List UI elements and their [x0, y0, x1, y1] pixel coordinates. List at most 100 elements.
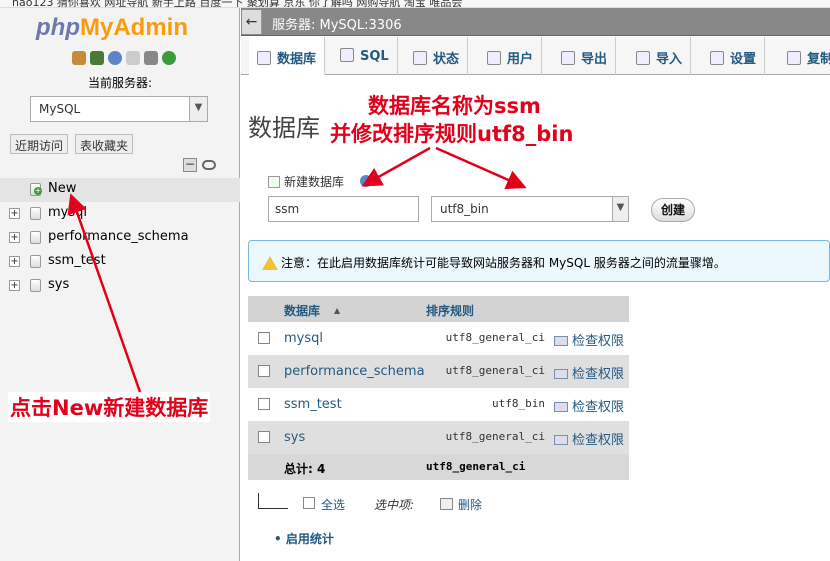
tree-item-label: mysql — [48, 205, 87, 220]
stats-notice: 注意：在此启用数据库统计可能导致网站服务器和 MySQL 服务器之间的流量骤增。 — [248, 240, 830, 282]
tab-databases[interactable]: 数据库 — [249, 37, 326, 75]
tab-users[interactable]: 用户 — [479, 37, 543, 75]
tab-label: 状态 — [433, 52, 460, 67]
back-icon[interactable]: ← — [242, 10, 262, 34]
check-privileges-link[interactable]: 检查权限 — [554, 396, 624, 415]
table-row: ssm_test utf8_bin 检查权限 — [248, 388, 629, 421]
sql-icon — [340, 48, 354, 62]
total-collation: utf8_general_ci — [426, 460, 526, 473]
annotation-db-name: 数据库名称为ssm — [368, 94, 541, 118]
check-privileges-link[interactable]: 检查权限 — [554, 330, 624, 349]
tab-settings[interactable]: 设置 — [702, 37, 766, 75]
tab-label: 复制 — [807, 52, 830, 67]
new-database-label: 新建数据库 — [284, 175, 345, 189]
expand-icon[interactable]: + — [9, 256, 20, 267]
server-select-value: MySQL — [39, 102, 81, 116]
phpmyadmin-logo[interactable]: phpMyAdmin — [36, 14, 188, 42]
replication-icon — [787, 51, 801, 65]
tree-item-mysql[interactable]: + mysql — [0, 202, 240, 226]
database-link[interactable]: performance_schema — [284, 364, 425, 379]
help-icon[interactable] — [108, 51, 122, 65]
select-all-checkbox[interactable] — [303, 497, 315, 509]
create-button[interactable]: 创建 — [651, 198, 695, 222]
wrench-icon — [710, 51, 724, 65]
server-label: 当前服务器: — [87, 76, 153, 90]
select-all-label[interactable]: 全选 — [321, 496, 345, 513]
tree-item-new[interactable]: + New — [0, 178, 240, 202]
home-icon[interactable] — [72, 51, 86, 65]
database-name-input[interactable]: ssm — [268, 196, 419, 222]
collation-value: utf8_general_ci — [445, 331, 545, 344]
bookmarks-text[interactable]: hao123 猜你喜欢 网址导航 新手上路 百度一下 聚划算 京东 你了解吗 网… — [12, 0, 462, 7]
collapse-all-icon[interactable]: − — [183, 158, 197, 172]
tree-item-label: New — [48, 181, 77, 196]
tree-item-ssm-test[interactable]: + ssm_test — [0, 250, 240, 274]
help-icon[interactable] — [360, 175, 372, 187]
tab-label: 设置 — [730, 52, 757, 67]
tree-item-label: ssm_test — [48, 253, 106, 268]
database-icon — [257, 51, 271, 65]
collation-select[interactable]: utf8_bin ▼ — [431, 196, 629, 222]
tab-sql[interactable]: SQL — [332, 37, 398, 75]
expand-icon[interactable]: + — [9, 232, 20, 243]
tab-replication[interactable]: 复制 — [779, 37, 830, 75]
database-icon — [30, 279, 41, 292]
database-link[interactable]: sys — [284, 430, 305, 445]
column-header-collation[interactable]: 排序规则 — [426, 302, 474, 319]
check-privileges-label: 检查权限 — [572, 367, 625, 382]
tree-item-label: performance_schema — [48, 229, 189, 244]
collation-select-value: utf8_bin — [440, 202, 489, 216]
row-checkbox[interactable] — [258, 365, 270, 377]
logo-myadmin: MyAdmin — [79, 14, 188, 41]
chevron-down-icon: ▼ — [612, 197, 628, 221]
settings-icon[interactable] — [144, 51, 158, 65]
chevron-down-icon: ▼ — [189, 97, 207, 121]
link-icon[interactable] — [202, 160, 216, 170]
row-checkbox[interactable] — [258, 398, 270, 410]
recent-button[interactable]: 近期访问 — [10, 134, 69, 154]
database-link[interactable]: ssm_test — [284, 397, 342, 412]
users-icon — [487, 51, 501, 65]
sort-asc-icon[interactable]: ▲ — [334, 306, 340, 315]
reload-icon[interactable] — [162, 51, 176, 65]
with-selected-label: 选中项: — [374, 498, 415, 512]
check-privileges-label: 检查权限 — [572, 400, 625, 415]
database-icon — [30, 231, 41, 244]
tab-label: SQL — [360, 49, 389, 64]
table-row: mysql utf8_general_ci 检查权限 — [248, 322, 629, 355]
privileges-icon — [554, 369, 568, 379]
delete-button[interactable]: 删除 — [458, 496, 482, 513]
docs-icon[interactable] — [126, 51, 140, 65]
database-link[interactable]: mysql — [284, 331, 323, 346]
favorites-button[interactable]: 表收藏夹 — [75, 134, 134, 154]
check-privileges-link[interactable]: 检查权限 — [554, 429, 624, 448]
tab-label: 导出 — [581, 52, 608, 67]
enable-stats-link[interactable]: • 启用统计 — [274, 530, 334, 547]
tab-import[interactable]: 导入 — [628, 37, 692, 75]
column-header-database[interactable]: 数据库 — [284, 302, 320, 319]
collation-value: utf8_bin — [492, 397, 545, 410]
annotation-arrow-to-collation — [435, 146, 527, 190]
server-breadcrumb[interactable]: 服务器: MySQL:3306 — [272, 14, 402, 33]
expand-icon[interactable]: + — [9, 208, 20, 219]
check-privileges-label: 检查权限 — [572, 334, 625, 349]
row-checkbox[interactable] — [258, 332, 270, 344]
tab-status[interactable]: 状态 — [405, 37, 469, 75]
expand-icon[interactable]: + — [9, 280, 20, 291]
check-privileges-label: 检查权限 — [572, 433, 625, 448]
collation-value: utf8_general_ci — [445, 364, 545, 377]
tab-export[interactable]: 导出 — [553, 37, 617, 75]
annotation-click-new: 点击New新建数据库 — [8, 392, 211, 422]
exit-icon[interactable] — [90, 51, 104, 65]
server-select[interactable]: MySQL ▼ — [30, 96, 208, 122]
tree-item-sys[interactable]: + sys — [0, 274, 240, 298]
bookmarks-bar: hao123 猜你喜欢 网址导航 新手上路 百度一下 聚划算 京东 你了解吗 网… — [0, 0, 830, 8]
delete-icon[interactable] — [440, 498, 453, 510]
tab-label: 导入 — [656, 52, 683, 67]
row-checkbox[interactable] — [258, 431, 270, 443]
tree-item-performance-schema[interactable]: + performance_schema — [0, 226, 240, 250]
total-count: 总计: 4 — [284, 462, 326, 476]
check-privileges-link[interactable]: 检查权限 — [554, 363, 624, 382]
export-icon — [561, 51, 575, 65]
import-icon — [636, 51, 650, 65]
